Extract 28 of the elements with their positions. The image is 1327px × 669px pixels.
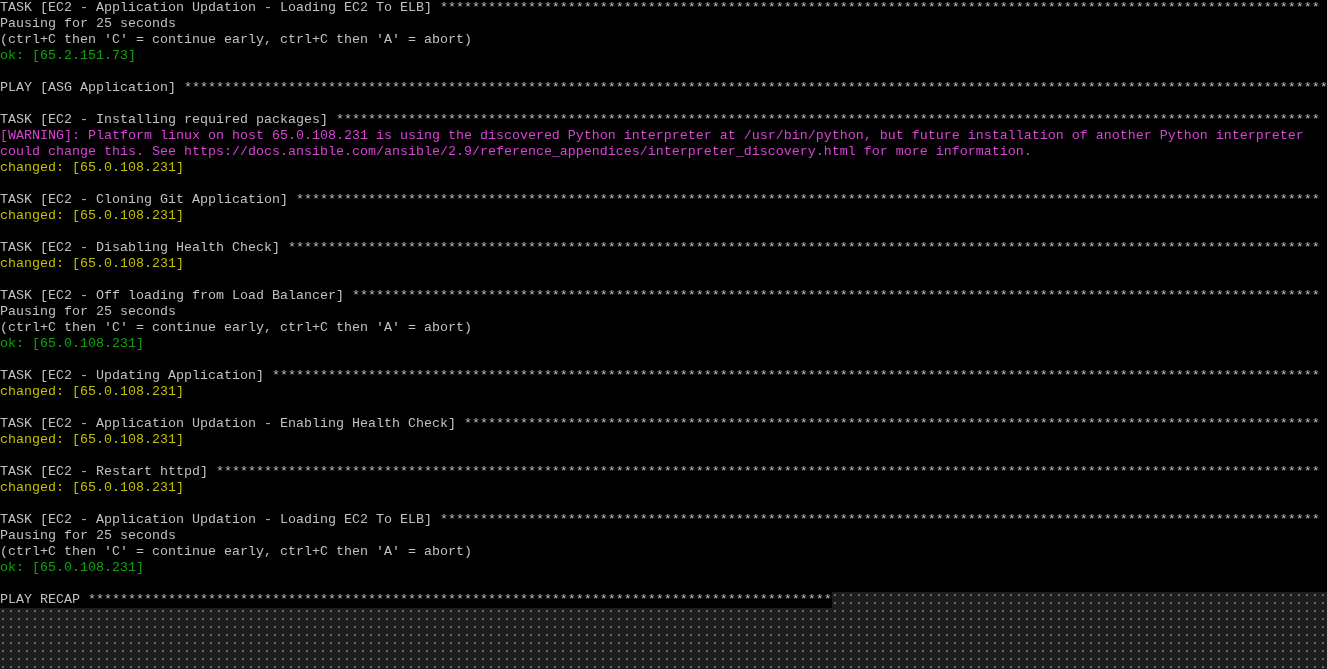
play-header: PLAY [ASG Application] *********************************************************************************************************************************************** [0, 80, 1327, 96]
task-header: TASK [EC2 - Application Updation - Enabling Health Check] *********************************************************************************************************** [0, 416, 1320, 432]
task-header: TASK [EC2 - Disabling Health Check] ********************************************************************************************************************************* [0, 240, 1320, 256]
changed-status: changed: [65.0.108.231] [0, 432, 184, 448]
output-line: (ctrl+C then 'C' = continue early, ctrl+C then 'A' = abort) [0, 32, 472, 48]
task-header: TASK [EC2 - Application Updation - Loading EC2 To ELB] ************************************************************************************************************** [0, 512, 1320, 528]
ok-status: ok: [65.2.151.73] [0, 48, 136, 64]
output-line: Pausing for 25 seconds [0, 16, 176, 32]
changed-status: changed: [65.0.108.231] [0, 160, 184, 176]
changed-status: changed: [65.0.108.231] [0, 480, 184, 496]
task-header: TASK [EC2 - Installing required packages] *************************************************************************************************************************** [0, 112, 1320, 128]
output-line: (ctrl+C then 'C' = continue early, ctrl+C then 'A' = abort) [0, 320, 472, 336]
task-header: TASK [EC2 - Cloning Git Application] ******************************************************************************************************************************** [0, 192, 1320, 208]
task-header: TASK [EC2 - Restart httpd] ****************************************************************************************************************************************** [0, 464, 1320, 480]
output-line: (ctrl+C then 'C' = continue early, ctrl+C then 'A' = abort) [0, 544, 472, 560]
changed-status: changed: [65.0.108.231] [0, 256, 184, 272]
changed-status: changed: [65.0.108.231] [0, 384, 184, 400]
recap-header: PLAY RECAP ********************************************************************************************* [0, 592, 832, 608]
ok-status: ok: [65.0.108.231] [0, 560, 144, 576]
output-line: Pausing for 25 seconds [0, 304, 176, 320]
task-header: TASK [EC2 - Off loading from Load Balancer] ************************************************************************************************************************* [0, 288, 1320, 304]
changed-status: changed: [65.0.108.231] [0, 208, 184, 224]
task-header: TASK [EC2 - Updating Application] *********************************************************************************************************************************** [0, 368, 1320, 384]
warning-message: [WARNING]: Platform linux on host 65.0.108.231 is using the discovered Python interpreter at /usr/bin/python, but future installation of another Python interpreter [0, 128, 1304, 144]
task-header: TASK [EC2 - Application Updation - Loading EC2 To ELB] ************************************************************************************************************** [0, 0, 1320, 16]
output-line: Pausing for 25 seconds [0, 528, 176, 544]
warning-message: could change this. See https://docs.ansible.com/ansible/2.9/reference_appendices/interpreter_discovery.html for more information. [0, 144, 1032, 160]
ok-status: ok: [65.0.108.231] [0, 336, 144, 352]
